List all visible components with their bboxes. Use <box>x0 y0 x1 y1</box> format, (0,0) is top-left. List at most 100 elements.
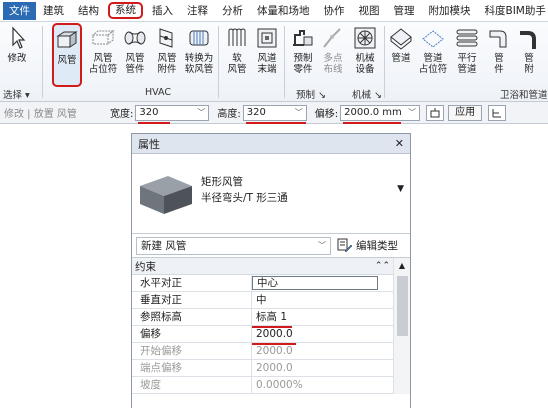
property-row-start-offset: 开始偏移 2000.0 <box>132 343 410 360</box>
edit-type-button[interactable]: 编辑类型 <box>337 238 398 254</box>
collapse-icon[interactable]: ⌃⌃ <box>375 261 390 271</box>
plumbing-group-label: 卫浴和管道 <box>500 90 548 101</box>
pipe-fitting-label: 管 件 <box>494 53 504 75</box>
type-selector[interactable]: 矩形风管 半径弯头/T 形三通 ▼ <box>132 154 410 234</box>
select-group-label[interactable]: 选择 ▾ <box>3 87 30 101</box>
type-dropdown-icon[interactable]: ▼ <box>397 184 404 194</box>
parallel-pipes-icon <box>456 29 478 47</box>
instance-filter-value: 新建 风管 <box>141 240 187 252</box>
air-terminal-button[interactable]: 风道 末端 <box>252 25 282 75</box>
convert-flex-duct-button[interactable]: 转换为 软风管 <box>182 25 216 75</box>
pipe-fitting-button[interactable]: 管 件 <box>484 25 514 75</box>
tab-architecture[interactable]: 建筑 <box>36 2 71 20</box>
flex-duct-label: 软 风管 <box>227 53 247 75</box>
height-combo[interactable]: 320 ﹀ <box>242 104 307 124</box>
duct-button[interactable]: 风管 <box>52 23 82 87</box>
tab-annotate[interactable]: 注释 <box>180 2 215 20</box>
duct-fitting-button[interactable]: 风管 管件 <box>120 25 150 75</box>
tab-collaborate[interactable]: 协作 <box>317 2 352 20</box>
multipoint-routing-icon <box>323 28 341 48</box>
multipoint-routing-label: 多点 布线 <box>323 53 343 75</box>
justification-icon <box>492 108 502 117</box>
fabrication-group-label[interactable]: 预制 ↘ <box>296 87 326 101</box>
property-row-vertical-justification[interactable]: 垂直对正 中 <box>132 292 410 309</box>
properties-palette: 属性 ✕ 矩形风管 半径弯头/T 形三通 ▼ 新建 风管 ﹀ 编辑类型 约束 ⌃… <box>131 133 411 408</box>
property-value: 0.0000% <box>256 379 303 391</box>
pipe-placeholder-button[interactable]: 管道 占位符 <box>418 25 448 75</box>
width-combo[interactable]: 320 ﹀ <box>135 104 210 124</box>
pipe-icon <box>390 28 412 50</box>
tab-view[interactable]: 视图 <box>352 2 387 20</box>
close-icon[interactable]: ✕ <box>395 137 404 150</box>
lock-offset-button[interactable] <box>426 104 445 121</box>
tab-manage[interactable]: 管理 <box>387 2 422 20</box>
property-value[interactable]: 中心 <box>252 276 378 290</box>
tab-file[interactable]: 文件 <box>3 1 36 20</box>
offset-combo[interactable]: 2000.0 mm ﹀ <box>340 104 421 124</box>
pipe-accessory-button[interactable]: 管 附 <box>514 25 544 75</box>
property-row-horizontal-justification[interactable]: 水平对正 中心 <box>132 275 410 292</box>
mechanical-equipment-button[interactable]: 机械 设备 <box>350 25 380 75</box>
chevron-down-icon: ﹀ <box>408 108 417 117</box>
mechanical-group-label[interactable]: 机械 ↘ <box>352 87 382 101</box>
rectangular-duct-preview-icon <box>140 176 192 214</box>
property-row-reference-level[interactable]: 参照标高 标高 1 <box>132 309 410 328</box>
height-highlight-underline <box>245 121 306 124</box>
pipe-button[interactable]: 管道 <box>386 25 416 64</box>
duct-label: 风管 <box>57 55 77 66</box>
scroll-thumb[interactable] <box>397 276 408 336</box>
pipe-accessory-icon <box>520 31 536 49</box>
properties-scrollbar[interactable]: ▲ <box>393 258 410 394</box>
property-key: 水平对正 <box>132 275 252 291</box>
ribbon-panel: 修改 风管 风管 占位符 风管 管件 风管 附件 转换为 软风管 软 风管 风道… <box>0 22 548 102</box>
property-row-slope: 坡度 0.0000% <box>132 377 410 394</box>
property-value-reference-level[interactable]: 标高 1 <box>252 309 378 328</box>
properties-title: 属性 <box>138 137 160 151</box>
tab-insert[interactable]: 插入 <box>145 2 180 20</box>
hvac-group-label: HVAC <box>145 87 171 98</box>
constraints-section-label: 约束 <box>135 260 156 273</box>
duct-fitting-label: 风管 管件 <box>125 53 145 75</box>
convert-flex-duct-icon <box>189 30 209 46</box>
modify-button[interactable]: 修改 <box>2 25 32 64</box>
offset-label: 偏移: <box>314 109 339 120</box>
fabrication-part-icon <box>293 30 313 46</box>
justification-button[interactable] <box>488 104 507 121</box>
apply-button[interactable]: 应用 <box>448 104 483 121</box>
cursor-arrow-icon <box>12 26 26 49</box>
parallel-pipes-label: 平行 管道 <box>457 53 477 75</box>
mechanical-equipment-label: 机械 设备 <box>355 53 375 75</box>
flex-duct-button[interactable]: 软 风管 <box>222 25 252 75</box>
parallel-pipes-button[interactable]: 平行 管道 <box>452 25 482 75</box>
fabrication-part-button[interactable]: 预制 零件 <box>288 25 318 75</box>
multipoint-routing-button[interactable]: 多点 布线 <box>318 25 348 75</box>
property-value-offset[interactable]: 2000.0 <box>252 326 378 345</box>
tab-analyze[interactable]: 分析 <box>215 2 250 20</box>
pipe-label: 管道 <box>391 53 411 64</box>
modify-label: 修改 <box>7 53 27 64</box>
mechanical-equipment-icon <box>354 27 376 49</box>
pipe-fitting-icon <box>489 30 507 48</box>
instance-filter-combo[interactable]: 新建 风管 ﹀ <box>136 236 331 255</box>
property-value[interactable]: 中 <box>252 292 378 308</box>
duct-placeholder-button[interactable]: 风管 占位符 <box>88 25 118 75</box>
tab-addins[interactable]: 附加模块 <box>422 2 478 20</box>
height-value: 320 <box>246 107 266 118</box>
duct-accessory-button[interactable]: 风管 附件 <box>152 25 182 75</box>
property-row-offset[interactable]: 偏移 2000.0 <box>132 326 410 345</box>
edit-type-label: 编辑类型 <box>356 240 398 252</box>
pipe-placeholder-icon <box>422 30 444 48</box>
chevron-down-icon: ﹀ <box>318 241 326 250</box>
duct-accessory-icon <box>159 28 173 48</box>
property-key: 垂直对正 <box>132 292 252 308</box>
tab-kedu-bim[interactable]: 科度BIM助手 <box>478 2 548 20</box>
pipe-placeholder-label: 管道 占位符 <box>418 53 448 75</box>
duct-fitting-icon <box>124 31 146 45</box>
options-bar: 修改 | 放置 风管 宽度: 320 ﹀ 高度: 320 ﹀ 偏移: 2000.… <box>0 102 548 124</box>
scroll-up-icon[interactable]: ▲ <box>394 258 410 274</box>
edit-type-icon <box>337 238 353 252</box>
constraints-section-header[interactable]: 约束 ⌃⌃ <box>132 258 394 275</box>
tab-massing-site[interactable]: 体量和场地 <box>250 2 317 20</box>
tab-systems[interactable]: 系统 <box>108 2 143 19</box>
tab-structure[interactable]: 结构 <box>71 2 106 20</box>
